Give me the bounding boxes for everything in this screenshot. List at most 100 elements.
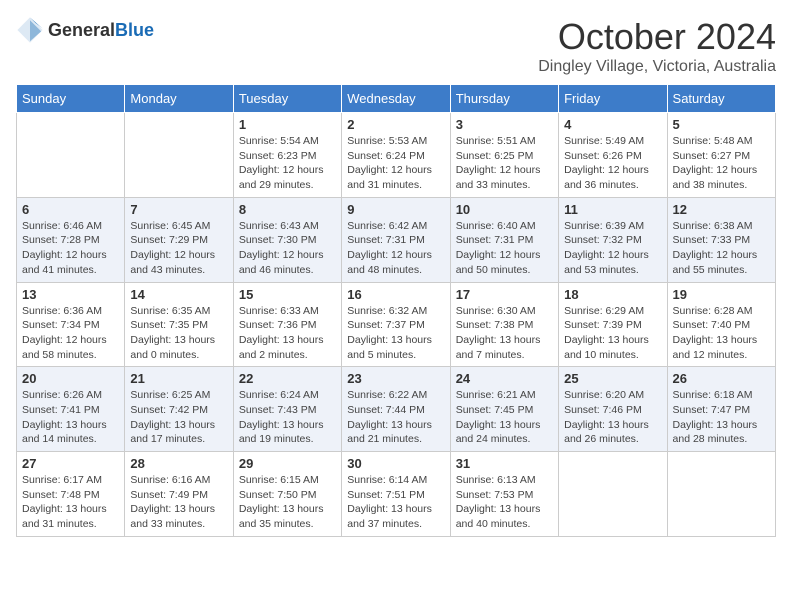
day-number: 27	[22, 456, 119, 471]
day-info: Sunrise: 5:49 AMSunset: 6:26 PMDaylight:…	[564, 134, 661, 193]
calendar-cell: 5 Sunrise: 5:48 AMSunset: 6:27 PMDaylight…	[667, 113, 775, 198]
day-info: Sunrise: 5:51 AMSunset: 6:25 PMDaylight:…	[456, 134, 553, 193]
location-title: Dingley Village, Victoria, Australia	[538, 58, 776, 76]
calendar-cell: 23Sunrise: 6:22 AMSunset: 7:44 PMDayligh…	[342, 367, 450, 452]
day-info: Sunrise: 6:26 AMSunset: 7:41 PMDaylight:…	[22, 388, 119, 447]
day-number: 3	[456, 117, 553, 132]
day-number: 7	[130, 202, 227, 217]
day-info: Sunrise: 6:33 AMSunset: 7:36 PMDaylight:…	[239, 304, 336, 363]
page-header: GeneralBlue October 2024 Dingley Village…	[16, 16, 776, 76]
day-info: Sunrise: 6:16 AMSunset: 7:49 PMDaylight:…	[130, 473, 227, 532]
day-info: Sunrise: 6:22 AMSunset: 7:44 PMDaylight:…	[347, 388, 444, 447]
day-info: Sunrise: 6:36 AMSunset: 7:34 PMDaylight:…	[22, 304, 119, 363]
day-info: Sunrise: 6:29 AMSunset: 7:39 PMDaylight:…	[564, 304, 661, 363]
day-number: 13	[22, 287, 119, 302]
calendar-cell: 25 Sunrise: 6:20 AMSunset: 7:46 PMDayligh…	[559, 367, 667, 452]
logo-icon	[16, 16, 44, 44]
day-info: Sunrise: 6:43 AMSunset: 7:30 PMDaylight:…	[239, 219, 336, 278]
day-number: 16	[347, 287, 444, 302]
day-info: Sunrise: 6:39 AMSunset: 7:32 PMDaylight:…	[564, 219, 661, 278]
calendar-week-row: 13 Sunrise: 6:36 AMSunset: 7:34 PMDayligh…	[17, 282, 776, 367]
calendar-cell: 14Sunrise: 6:35 AMSunset: 7:35 PMDayligh…	[125, 282, 233, 367]
day-info: Sunrise: 6:40 AMSunset: 7:31 PMDaylight:…	[456, 219, 553, 278]
day-info: Sunrise: 6:17 AMSunset: 7:48 PMDaylight:…	[22, 473, 119, 532]
day-number: 10	[456, 202, 553, 217]
day-number: 21	[130, 371, 227, 386]
calendar-table: SundayMondayTuesdayWednesdayThursdayFrid…	[16, 84, 776, 537]
day-number: 24	[456, 371, 553, 386]
day-number: 26	[673, 371, 770, 386]
day-number: 6	[22, 202, 119, 217]
day-number: 22	[239, 371, 336, 386]
day-info: Sunrise: 6:42 AMSunset: 7:31 PMDaylight:…	[347, 219, 444, 278]
weekday-header-sunday: Sunday	[17, 85, 125, 113]
calendar-cell	[125, 113, 233, 198]
day-info: Sunrise: 6:25 AMSunset: 7:42 PMDaylight:…	[130, 388, 227, 447]
day-info: Sunrise: 6:38 AMSunset: 7:33 PMDaylight:…	[673, 219, 770, 278]
calendar-cell: 15 Sunrise: 6:33 AMSunset: 7:36 PMDayligh…	[233, 282, 341, 367]
month-title: October 2024	[538, 16, 776, 58]
day-info: Sunrise: 6:13 AMSunset: 7:53 PMDaylight:…	[456, 473, 553, 532]
calendar-cell: 9Sunrise: 6:42 AMSunset: 7:31 PMDaylight…	[342, 197, 450, 282]
calendar-cell: 30 Sunrise: 6:14 AMSunset: 7:51 PMDayligh…	[342, 452, 450, 537]
day-info: Sunrise: 5:48 AMSunset: 6:27 PMDaylight:…	[673, 134, 770, 193]
calendar-cell: 1 Sunrise: 5:54 AMSunset: 6:23 PMDaylight…	[233, 113, 341, 198]
calendar-header-row: SundayMondayTuesdayWednesdayThursdayFrid…	[17, 85, 776, 113]
day-info: Sunrise: 6:46 AMSunset: 7:28 PMDaylight:…	[22, 219, 119, 278]
day-info: Sunrise: 6:15 AMSunset: 7:50 PMDaylight:…	[239, 473, 336, 532]
day-number: 5	[673, 117, 770, 132]
weekday-header-thursday: Thursday	[450, 85, 558, 113]
calendar-cell: 31 Sunrise: 6:13 AMSunset: 7:53 PMDayligh…	[450, 452, 558, 537]
calendar-cell: 3 Sunrise: 5:51 AMSunset: 6:25 PMDaylight…	[450, 113, 558, 198]
day-info: Sunrise: 6:45 AMSunset: 7:29 PMDaylight:…	[130, 219, 227, 278]
day-info: Sunrise: 5:54 AMSunset: 6:23 PMDaylight:…	[239, 134, 336, 193]
day-number: 31	[456, 456, 553, 471]
weekday-header-friday: Friday	[559, 85, 667, 113]
calendar-week-row: 27 Sunrise: 6:17 AMSunset: 7:48 PMDayligh…	[17, 452, 776, 537]
day-number: 28	[130, 456, 227, 471]
title-block: October 2024 Dingley Village, Victoria, …	[538, 16, 776, 76]
day-info: Sunrise: 6:35 AMSunset: 7:35 PMDaylight:…	[130, 304, 227, 363]
day-number: 19	[673, 287, 770, 302]
logo-blue: Blue	[115, 20, 154, 40]
calendar-cell: 19 Sunrise: 6:28 AMSunset: 7:40 PMDayligh…	[667, 282, 775, 367]
logo-general: General	[48, 20, 115, 40]
day-info: Sunrise: 6:30 AMSunset: 7:38 PMDaylight:…	[456, 304, 553, 363]
calendar-cell: 20 Sunrise: 6:26 AMSunset: 7:41 PMDayligh…	[17, 367, 125, 452]
day-number: 30	[347, 456, 444, 471]
calendar-week-row: 6 Sunrise: 6:46 AMSunset: 7:28 PMDaylight…	[17, 197, 776, 282]
day-number: 18	[564, 287, 661, 302]
day-number: 1	[239, 117, 336, 132]
calendar-cell: 17 Sunrise: 6:30 AMSunset: 7:38 PMDayligh…	[450, 282, 558, 367]
day-number: 17	[456, 287, 553, 302]
calendar-week-row: 1 Sunrise: 5:54 AMSunset: 6:23 PMDaylight…	[17, 113, 776, 198]
calendar-cell: 21 Sunrise: 6:25 AMSunset: 7:42 PMDayligh…	[125, 367, 233, 452]
day-info: Sunrise: 6:20 AMSunset: 7:46 PMDaylight:…	[564, 388, 661, 447]
day-info: Sunrise: 6:28 AMSunset: 7:40 PMDaylight:…	[673, 304, 770, 363]
calendar-cell: 29 Sunrise: 6:15 AMSunset: 7:50 PMDayligh…	[233, 452, 341, 537]
weekday-header-monday: Monday	[125, 85, 233, 113]
logo-text: GeneralBlue	[48, 20, 154, 41]
day-number: 20	[22, 371, 119, 386]
day-number: 8	[239, 202, 336, 217]
calendar-cell: 12 Sunrise: 6:38 AMSunset: 7:33 PMDayligh…	[667, 197, 775, 282]
calendar-cell: 26Sunrise: 6:18 AMSunset: 7:47 PMDayligh…	[667, 367, 775, 452]
day-info: Sunrise: 6:14 AMSunset: 7:51 PMDaylight:…	[347, 473, 444, 532]
weekday-header-tuesday: Tuesday	[233, 85, 341, 113]
calendar-cell: 11 Sunrise: 6:39 AMSunset: 7:32 PMDayligh…	[559, 197, 667, 282]
calendar-cell	[17, 113, 125, 198]
calendar-cell: 8 Sunrise: 6:43 AMSunset: 7:30 PMDaylight…	[233, 197, 341, 282]
calendar-cell	[559, 452, 667, 537]
day-number: 12	[673, 202, 770, 217]
calendar-cell: 28 Sunrise: 6:16 AMSunset: 7:49 PMDayligh…	[125, 452, 233, 537]
day-number: 29	[239, 456, 336, 471]
day-number: 4	[564, 117, 661, 132]
calendar-cell: 4 Sunrise: 5:49 AMSunset: 6:26 PMDaylight…	[559, 113, 667, 198]
weekday-header-saturday: Saturday	[667, 85, 775, 113]
day-number: 11	[564, 202, 661, 217]
day-number: 15	[239, 287, 336, 302]
logo: GeneralBlue	[16, 16, 154, 44]
day-number: 25	[564, 371, 661, 386]
calendar-cell: 7 Sunrise: 6:45 AMSunset: 7:29 PMDaylight…	[125, 197, 233, 282]
weekday-header-wednesday: Wednesday	[342, 85, 450, 113]
